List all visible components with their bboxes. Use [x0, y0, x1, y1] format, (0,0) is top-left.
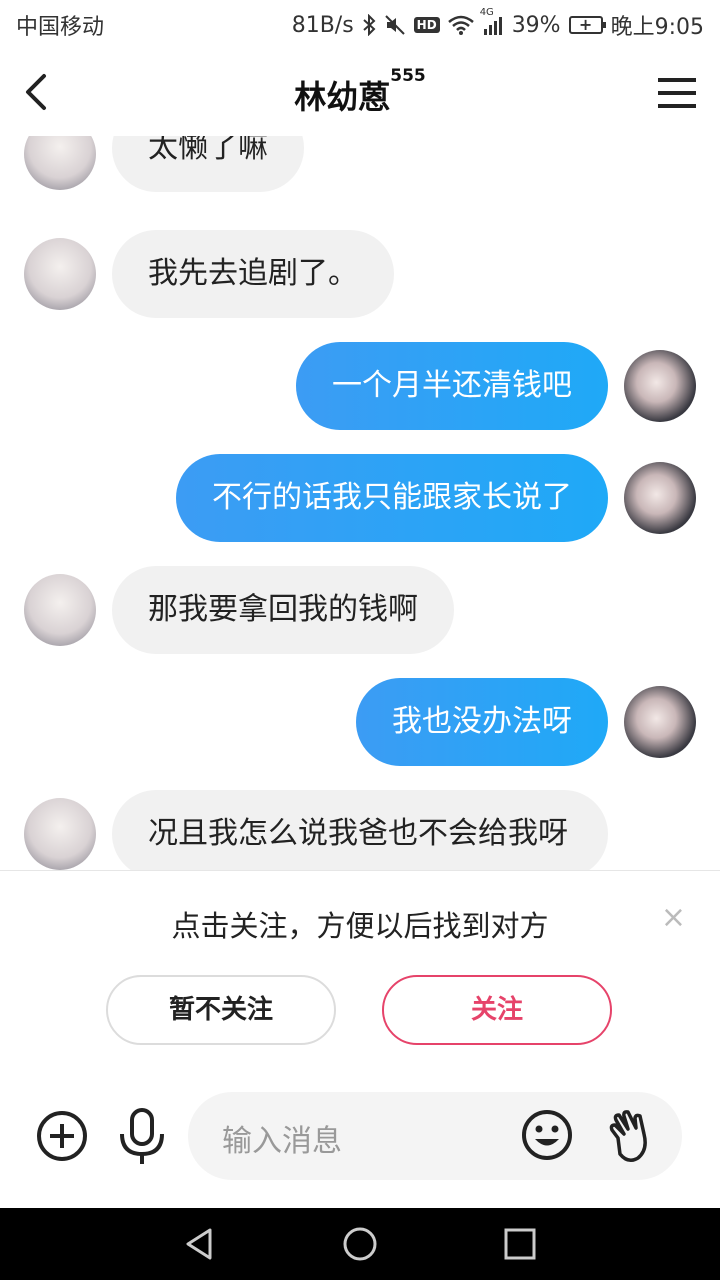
follow-prompt-text: 点击关注，方便以后找到对方 — [171, 909, 549, 943]
mute-icon — [384, 14, 406, 36]
add-attachment-button[interactable] — [36, 1110, 88, 1162]
carrier-label: 中国移动 — [16, 15, 105, 40]
my-avatar[interactable] — [624, 350, 696, 422]
contact-avatar[interactable] — [24, 238, 96, 310]
page-title: 林幼蒽555 — [0, 66, 720, 118]
contact-avatar[interactable] — [24, 136, 96, 190]
message-bubble-incoming[interactable]: 况且我怎么说我爸也不会给我呀 — [112, 790, 608, 870]
microphone-icon — [120, 1108, 164, 1164]
nav-home-button[interactable] — [340, 1224, 380, 1264]
close-icon[interactable]: × — [661, 903, 686, 933]
message-bubble-incoming[interactable]: 太懒了嘛 — [112, 136, 304, 192]
follow-prompt: 点击关注，方便以后找到对方 × 暂不关注 关注 — [0, 870, 720, 1079]
wifi-icon — [447, 15, 474, 35]
clock: 晚上9:05 — [610, 15, 704, 40]
status-icons: 81B/s HD 4G 39% + 晚上9:05 — [291, 7, 704, 41]
plus-circle-icon — [37, 1111, 87, 1161]
square-recents-icon — [504, 1228, 536, 1260]
contact-name: 林幼蒽 — [294, 78, 391, 116]
my-avatar[interactable] — [624, 462, 696, 534]
cellular-signal-icon: 4G — [480, 7, 504, 35]
system-navigation-bar — [0, 1208, 720, 1280]
network-type: 4G — [479, 7, 494, 18]
message-input-placeholder: 输入消息 — [222, 1124, 342, 1159]
my-avatar[interactable] — [624, 686, 696, 758]
message-list[interactable]: 太懒了嘛 我先去追剧了。 一个月半还清钱吧 不行的话我只能跟家长说了 那我要拿回… — [0, 136, 720, 870]
wave-hand-icon[interactable] — [606, 1108, 656, 1164]
triangle-back-icon — [186, 1228, 212, 1260]
hamburger-menu-icon — [658, 78, 696, 108]
network-speed: 81B/s — [291, 12, 354, 38]
follow-button[interactable]: 关注 — [382, 975, 612, 1045]
status-bar: 中国移动 81B/s HD 4G 39% + 晚上9:05 — [0, 0, 720, 50]
emoji-icon[interactable] — [520, 1108, 574, 1162]
message-bubble-incoming[interactable]: 那我要拿回我的钱啊 — [112, 566, 454, 654]
message-input[interactable]: 输入消息 — [188, 1092, 682, 1180]
circle-home-icon — [343, 1227, 377, 1261]
message-bubble-incoming[interactable]: 我先去追剧了。 — [112, 230, 394, 318]
nav-back-button[interactable] — [180, 1224, 220, 1264]
message-bubble-outgoing[interactable]: 不行的话我只能跟家长说了 — [176, 454, 608, 542]
battery-icon: + — [568, 15, 606, 34]
decline-follow-button[interactable]: 暂不关注 — [106, 975, 336, 1045]
menu-button[interactable] — [658, 76, 698, 110]
bluetooth-icon — [362, 14, 376, 36]
chat-header: 林幼蒽555 — [0, 50, 720, 136]
nav-recents-button[interactable] — [500, 1224, 540, 1264]
voice-input-button[interactable] — [118, 1108, 166, 1166]
contact-name-suffix: 555 — [390, 66, 426, 86]
contact-avatar[interactable] — [24, 574, 96, 646]
input-bar: 输入消息 — [0, 1078, 720, 1208]
hd-badge: HD — [413, 17, 440, 33]
message-bubble-outgoing[interactable]: 我也没办法呀 — [356, 678, 608, 766]
contact-avatar[interactable] — [24, 798, 96, 870]
battery-percent: 39% — [511, 12, 561, 38]
message-bubble-outgoing[interactable]: 一个月半还清钱吧 — [296, 342, 608, 430]
